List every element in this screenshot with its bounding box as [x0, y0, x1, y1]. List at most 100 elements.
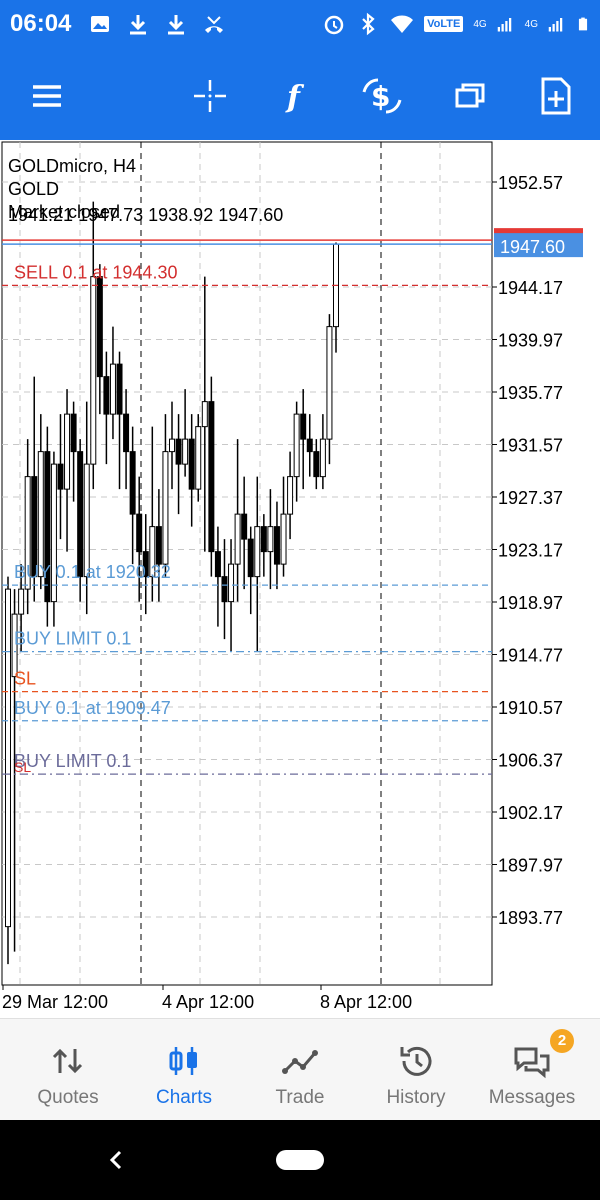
- svg-text:f: f: [285, 80, 305, 114]
- home-button[interactable]: [276, 1150, 324, 1170]
- wifi-icon: [391, 15, 414, 33]
- bear-candle: [188, 438, 195, 490]
- nav-history[interactable]: History: [356, 1019, 476, 1121]
- bull-candle: [18, 588, 25, 615]
- windows-icon: [455, 83, 485, 108]
- nav-messages[interactable]: 2 Messages: [472, 1019, 592, 1121]
- y-tick-label: 1902.17: [498, 803, 563, 823]
- windows-button[interactable]: [448, 74, 492, 118]
- bear-candle: [136, 513, 143, 553]
- bull-candle: [5, 588, 11, 928]
- bull-candle: [326, 326, 333, 440]
- bear-candle: [129, 451, 136, 515]
- bear-candle: [260, 526, 267, 553]
- network-type: 4G: [524, 18, 538, 30]
- bull-candle: [162, 451, 169, 565]
- price-chart[interactable]: SELL 0.1 at 1944.30 BUY 0.1 at 1920.32 BUY…: [0, 140, 600, 1020]
- bull-candle: [64, 413, 71, 490]
- bull-candle: [37, 451, 44, 578]
- bull-candle: [169, 438, 175, 453]
- bull-candle: [228, 563, 235, 603]
- charts-icon: [169, 1047, 197, 1075]
- bear-candle: [155, 526, 162, 565]
- chart-description: GOLD: [8, 179, 59, 199]
- new-order-icon: $: [362, 78, 402, 114]
- bottom-navigation: Quotes Charts Trade History 2 Messages: [0, 1018, 600, 1121]
- bear-candle: [116, 363, 123, 415]
- bull-candle: [109, 363, 116, 415]
- bear-candle: [123, 413, 130, 453]
- bear-candle: [77, 451, 84, 578]
- back-icon[interactable]: [104, 1142, 128, 1178]
- bear-candle: [175, 438, 182, 465]
- y-tick-label: 1910.57: [498, 698, 563, 718]
- add-chart-button[interactable]: [534, 74, 578, 118]
- y-tick-label: 1893.77: [498, 908, 563, 928]
- x-tick-label: 8 Apr 12:00: [320, 992, 412, 1012]
- nav-quotes[interactable]: Quotes: [8, 1019, 128, 1121]
- bull-candle: [182, 438, 189, 465]
- nav-charts-label: Charts: [156, 1087, 212, 1108]
- new-order-button[interactable]: $: [360, 74, 404, 118]
- bear-candle: [241, 513, 248, 540]
- bull-candle: [201, 401, 208, 428]
- bear-candle: [103, 376, 110, 415]
- nav-messages-label: Messages: [488, 1087, 576, 1108]
- order-label: BUY LIMIT 0.1: [14, 751, 131, 771]
- bear-candle: [70, 413, 77, 453]
- chart-toolbar: f $: [0, 50, 600, 140]
- bull-candle: [319, 438, 326, 478]
- crosshair-button[interactable]: [188, 74, 232, 118]
- messages-icon: [514, 1047, 550, 1079]
- image-icon: [91, 16, 109, 32]
- nav-trade-label: Trade: [275, 1087, 325, 1108]
- bull-candle: [254, 526, 261, 578]
- ohlc-values: 1941.21 1947.73 1938.92 1947.60: [8, 205, 283, 225]
- y-tick-label: 1939.97: [498, 331, 563, 351]
- bull-candle: [293, 413, 300, 478]
- y-tick-label: 1952.57: [498, 173, 563, 193]
- bear-candle: [273, 526, 280, 565]
- indicators-icon: f: [285, 80, 305, 114]
- missed-call-icon: [205, 16, 223, 33]
- quotes-icon: [52, 1048, 83, 1074]
- nav-history-label: History: [386, 1087, 446, 1108]
- network-type: 4G: [473, 18, 487, 30]
- bear-candle: [221, 576, 228, 603]
- bear-candle: [300, 413, 307, 440]
- trade-icon: [282, 1050, 318, 1074]
- bear-candle: [208, 401, 215, 553]
- chart-symbol: GOLDmicro, H4: [8, 156, 136, 176]
- y-tick-label: 1935.77: [498, 383, 563, 403]
- order-label: SELL 0.1 at 1944.30: [14, 262, 177, 282]
- bluetooth-icon: [362, 12, 375, 36]
- y-tick-label: 1944.17: [498, 278, 563, 298]
- menu-icon: [33, 85, 61, 107]
- system-navigation-bar: [0, 1120, 600, 1200]
- x-tick-label: 4 Apr 12:00: [162, 992, 254, 1012]
- y-tick-label: 1918.97: [498, 593, 563, 613]
- current-price-label: 1947.60: [500, 237, 565, 257]
- y-tick-label: 1931.57: [498, 436, 563, 456]
- bear-candle: [306, 438, 313, 453]
- crosshair-icon: [194, 80, 226, 112]
- signal-4g-icon: [548, 18, 563, 32]
- bear-candle: [57, 463, 64, 490]
- bull-candle: [234, 513, 241, 565]
- chart-canvas[interactable]: SELL 0.1 at 1944.30 BUY 0.1 at 1920.32 BUY…: [0, 140, 600, 1020]
- nav-trade[interactable]: Trade: [240, 1019, 360, 1121]
- y-tick-label: 1923.17: [498, 541, 563, 561]
- indicators-button[interactable]: f: [274, 74, 318, 118]
- add-chart-icon: [541, 77, 571, 115]
- bull-candle: [83, 463, 90, 578]
- y-tick-label: 1927.37: [498, 488, 563, 508]
- bear-candle: [96, 276, 103, 378]
- menu-button[interactable]: [25, 74, 69, 118]
- svg-text:$: $: [371, 80, 390, 113]
- nav-charts[interactable]: Charts: [124, 1019, 244, 1121]
- y-tick-label: 1914.77: [498, 646, 563, 666]
- y-tick-label: 1906.37: [498, 751, 563, 771]
- status-bar: 06:04 VoLTE 4G 4G: [0, 0, 600, 50]
- order-label: SL: [14, 759, 31, 775]
- x-tick-label: 29 Mar 12:00: [2, 992, 108, 1012]
